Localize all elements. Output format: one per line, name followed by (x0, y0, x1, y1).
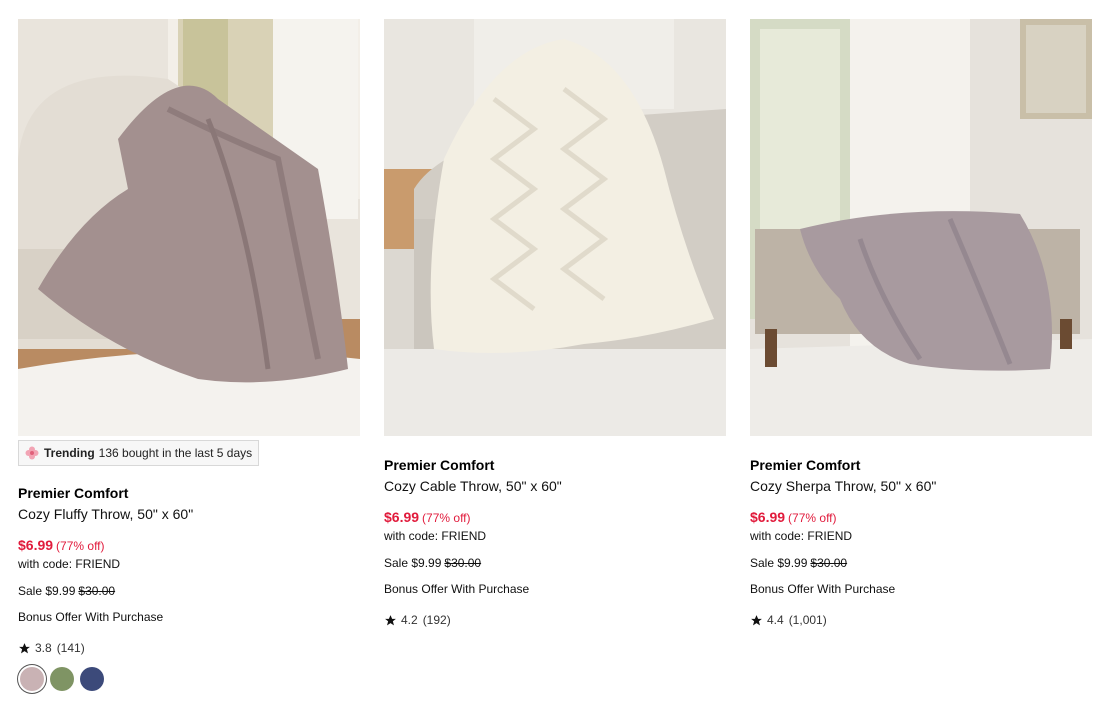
product-card[interactable]: Premier Comfort Cozy Sherpa Throw, 50" x… (750, 19, 1092, 627)
star-icon (19, 642, 30, 653)
sale-row: Sale $9.99 $30.00 (750, 556, 1092, 570)
rating-value: 4.4 (767, 613, 784, 627)
product-brand[interactable]: Premier Comfort (384, 456, 726, 474)
product-brand[interactable]: Premier Comfort (18, 484, 360, 502)
sale-label: Sale $9.99 (18, 584, 76, 598)
star-icon (751, 614, 762, 625)
rating-value: 3.8 (35, 641, 52, 655)
review-count: (141) (56, 641, 85, 655)
rating-value: 4.2 (401, 613, 418, 627)
sale-price: $6.99 (750, 509, 786, 525)
color-swatches (20, 667, 360, 691)
bonus-offer[interactable]: Bonus Offer With Purchase (384, 582, 726, 596)
bonus-offer[interactable]: Bonus Offer With Purchase (750, 582, 1092, 596)
product-image[interactable] (18, 19, 360, 436)
price-row: $6.99 (77% off) (384, 508, 726, 527)
product-card[interactable]: Trending 136 bought in the last 5 days P… (18, 19, 360, 691)
trending-text: 136 bought in the last 5 days (98, 446, 253, 460)
original-price: $30.00 (810, 556, 848, 570)
sale-label: Sale $9.99 (384, 556, 442, 570)
trending-badge: Trending 136 bought in the last 5 days (18, 440, 260, 466)
discount: (77% off) (788, 511, 837, 525)
product-brand[interactable]: Premier Comfort (750, 456, 1092, 474)
review-count: (192) (422, 613, 451, 627)
discount: (77% off) (56, 539, 105, 553)
promo-code: with code: FRIEND (384, 529, 487, 543)
review-count: (1,001) (788, 613, 827, 627)
product-image[interactable] (750, 19, 1092, 436)
swatch-green[interactable] (50, 667, 74, 691)
swatch-mauve[interactable] (20, 667, 44, 691)
promo-code: with code: FRIEND (18, 557, 121, 571)
product-name[interactable]: Cozy Fluffy Throw, 50" x 60" (18, 505, 360, 523)
bonus-offer[interactable]: Bonus Offer With Purchase (18, 610, 360, 624)
rating[interactable]: 4.4 (1,001) (750, 613, 1092, 627)
sale-price: $6.99 (18, 537, 54, 553)
sale-row: Sale $9.99 $30.00 (18, 584, 360, 598)
product-name[interactable]: Cozy Sherpa Throw, 50" x 60" (750, 477, 1092, 495)
product-image[interactable] (384, 19, 726, 436)
trending-label: Trending (44, 446, 95, 460)
swatch-navy[interactable] (80, 667, 104, 691)
flower-icon (25, 446, 39, 460)
rating[interactable]: 4.2 (192) (384, 613, 726, 627)
product-card[interactable]: Premier Comfort Cozy Cable Throw, 50" x … (384, 19, 726, 627)
star-icon (385, 614, 396, 625)
original-price: $30.00 (444, 556, 482, 570)
sale-price: $6.99 (384, 509, 420, 525)
sale-row: Sale $9.99 $30.00 (384, 556, 726, 570)
discount: (77% off) (422, 511, 471, 525)
original-price: $30.00 (78, 584, 116, 598)
product-name[interactable]: Cozy Cable Throw, 50" x 60" (384, 477, 726, 495)
promo-code: with code: FRIEND (750, 529, 853, 543)
price-row: $6.99 (77% off) (18, 536, 360, 555)
price-row: $6.99 (77% off) (750, 508, 1092, 527)
sale-label: Sale $9.99 (750, 556, 808, 570)
rating[interactable]: 3.8 (141) (18, 641, 360, 655)
